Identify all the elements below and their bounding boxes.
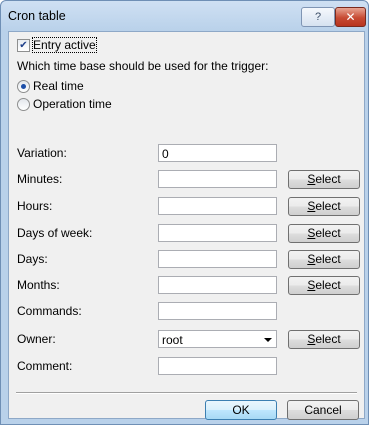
real-time-label[interactable]: Real time [33, 79, 84, 93]
minutes-input[interactable] [158, 170, 277, 188]
hours-select-button[interactable]: Select [288, 197, 360, 216]
days-of-week-label: Days of week: [17, 226, 93, 240]
dialog-window: Cron table ? ✕ ✔ Entry active Which time… [0, 0, 369, 425]
minutes-label: Minutes: [17, 172, 63, 186]
owner-value: root [162, 333, 183, 347]
close-button[interactable]: ✕ [335, 7, 366, 27]
entry-active-label[interactable]: Entry active [32, 37, 97, 53]
hours-label: Hours: [17, 199, 53, 213]
help-button[interactable]: ? [301, 7, 335, 27]
chevron-down-icon[interactable] [264, 338, 272, 342]
dialog-body: ✔ Entry active Which time base should be… [8, 31, 365, 420]
comment-label: Comment: [17, 359, 73, 373]
close-icon: ✕ [345, 10, 356, 24]
days-of-week-input[interactable] [158, 224, 277, 242]
select-button-label: Select [307, 226, 341, 240]
select-button-label: Select [307, 199, 341, 213]
comment-input[interactable] [158, 357, 277, 375]
dialog-title: Cron table [8, 9, 66, 23]
time-base-question: Which time base should be used for the t… [17, 59, 269, 73]
commands-label: Commands: [17, 304, 82, 318]
entry-active-checkbox[interactable]: ✔ [17, 39, 30, 52]
variation-label: Variation: [17, 146, 67, 160]
ok-button-label: OK [232, 403, 250, 417]
months-label: Months: [17, 278, 60, 292]
select-button-label: Select [307, 332, 341, 346]
variation-input[interactable]: 0 [158, 144, 277, 162]
owner-select-button[interactable]: Select [288, 330, 360, 349]
title-bar[interactable]: Cron table ? ✕ [1, 1, 368, 31]
cancel-button-label: Cancel [304, 403, 342, 417]
minutes-select-button[interactable]: Select [288, 170, 360, 189]
days-input[interactable] [158, 250, 277, 268]
days-of-week-select-button[interactable]: Select [288, 224, 360, 243]
owner-label: Owner: [17, 332, 56, 346]
commands-input[interactable] [158, 302, 277, 320]
days-label: Days: [17, 252, 48, 266]
checkmark-icon: ✔ [19, 39, 28, 51]
ok-button[interactable]: OK [205, 400, 277, 420]
real-time-radio[interactable] [17, 80, 30, 93]
question-icon: ? [314, 10, 322, 23]
months-select-button[interactable]: Select [288, 276, 360, 295]
operation-time-radio[interactable] [17, 98, 30, 111]
owner-dropdown[interactable]: root [158, 330, 277, 348]
hours-input[interactable] [158, 197, 277, 215]
select-button-label: Select [307, 252, 341, 266]
days-select-button[interactable]: Select [288, 250, 360, 269]
select-button-label: Select [307, 278, 341, 292]
cancel-button[interactable]: Cancel [287, 400, 359, 420]
months-input[interactable] [158, 276, 277, 294]
separator [16, 392, 357, 394]
operation-time-label[interactable]: Operation time [33, 97, 112, 111]
select-button-label: Select [307, 172, 341, 186]
